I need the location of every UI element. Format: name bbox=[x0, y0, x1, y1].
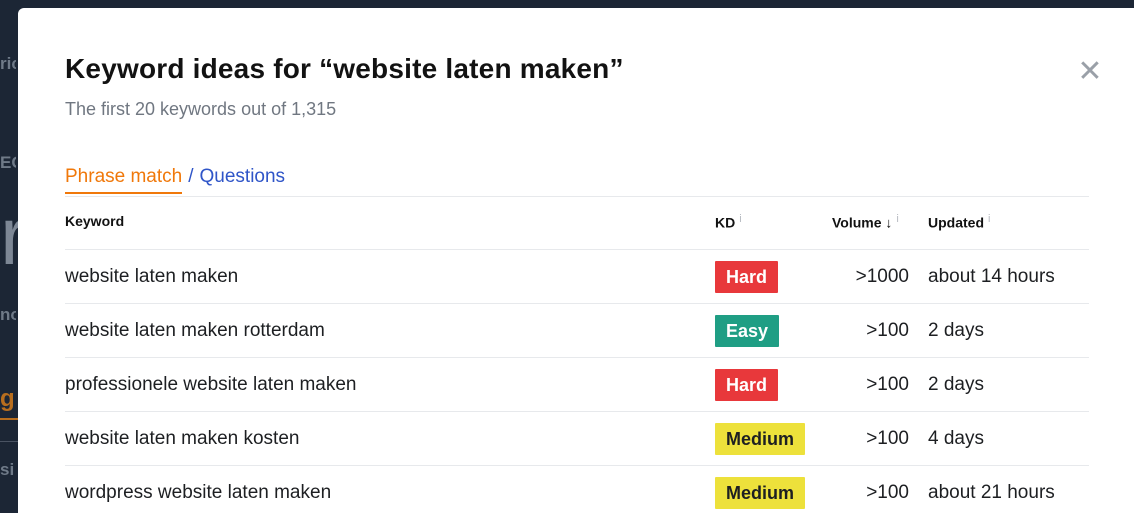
close-icon[interactable]: ✕ bbox=[1070, 52, 1110, 92]
info-icon[interactable]: i bbox=[988, 213, 990, 225]
column-header-volume[interactable]: Volume ↓ i bbox=[832, 213, 899, 231]
background-text: g bbox=[0, 385, 15, 412]
background-text: ric bbox=[0, 54, 16, 73]
keyword-cell[interactable]: website laten maken rotterdam bbox=[65, 320, 325, 342]
background-divider bbox=[0, 441, 18, 442]
keyword-cell[interactable]: website laten maken bbox=[65, 266, 238, 288]
kd-badge: Hard bbox=[715, 261, 779, 293]
table-row[interactable]: website laten maken kosten Medium >100 4… bbox=[65, 412, 1089, 465]
column-header-keyword: Keyword bbox=[65, 213, 125, 229]
updated-cell: 2 days bbox=[928, 320, 984, 341]
match-tabs: Phrase match / Questions bbox=[65, 166, 285, 194]
volume-cell: >100 bbox=[866, 482, 909, 503]
kd-badge: Easy bbox=[715, 315, 780, 347]
updated-cell: 2 days bbox=[928, 374, 984, 395]
kd-badge: Medium bbox=[715, 423, 806, 455]
keyword-cell[interactable]: professionele website laten maken bbox=[65, 374, 357, 396]
modal-title: Keyword ideas for “website laten maken” bbox=[65, 53, 624, 84]
volume-cell: >1000 bbox=[855, 266, 909, 287]
table-row[interactable]: professionele website laten maken Hard >… bbox=[65, 358, 1089, 411]
modal-subtitle: The first 20 keywords out of 1,315 bbox=[65, 99, 337, 119]
column-header-updated: Updated i bbox=[928, 213, 991, 231]
keyword-ideas-modal: ✕ Keyword ideas for “website laten maken… bbox=[18, 8, 1134, 513]
table-divider bbox=[65, 196, 1089, 197]
updated-cell: about 14 hours bbox=[928, 266, 1055, 287]
info-icon[interactable]: i bbox=[896, 213, 898, 225]
background-underline bbox=[0, 418, 18, 420]
keyword-cell[interactable]: website laten maken kosten bbox=[65, 428, 299, 450]
volume-cell: >100 bbox=[866, 374, 909, 395]
table-row[interactable]: website laten maken rotterdam Easy >100 … bbox=[65, 304, 1089, 357]
background-text: no bbox=[0, 305, 16, 324]
tab-phrase-match[interactable]: Phrase match bbox=[65, 166, 183, 194]
column-header-kd: KD i bbox=[715, 213, 742, 231]
table-row[interactable]: website laten maken Hard >1000 about 14 … bbox=[65, 250, 1089, 303]
tab-separator: / bbox=[188, 166, 194, 187]
kd-badge: Hard bbox=[715, 369, 779, 401]
keyword-cell[interactable]: wordpress website laten maken bbox=[65, 482, 331, 504]
volume-cell: >100 bbox=[866, 320, 909, 341]
table-row[interactable]: wordpress website laten maken Medium >10… bbox=[65, 466, 1089, 513]
updated-cell: 4 days bbox=[928, 428, 984, 449]
volume-cell: >100 bbox=[866, 428, 909, 449]
info-icon[interactable]: i bbox=[739, 213, 741, 225]
tab-questions[interactable]: Questions bbox=[200, 166, 286, 187]
background-text: r bbox=[0, 196, 18, 278]
background-text: si bbox=[0, 460, 15, 479]
updated-cell: about 21 hours bbox=[928, 482, 1055, 503]
kd-badge: Medium bbox=[715, 477, 806, 509]
background-text: EC bbox=[0, 153, 16, 172]
